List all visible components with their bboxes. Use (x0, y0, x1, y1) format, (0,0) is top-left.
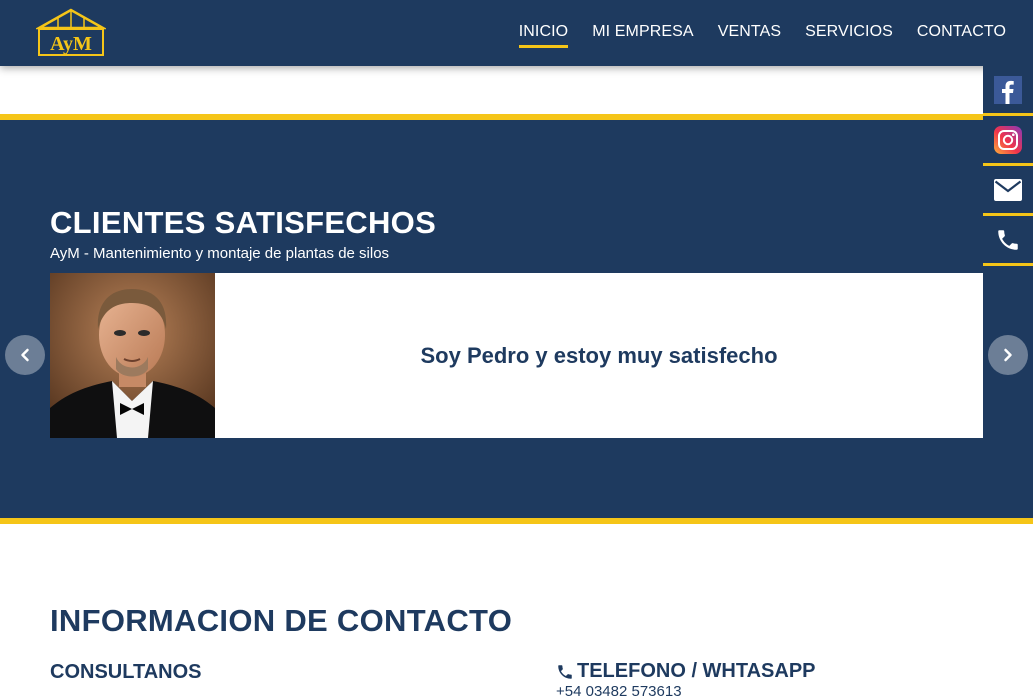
client-photo (50, 273, 215, 438)
instagram-icon (994, 125, 1022, 154)
phone-label-text: TELEFONO / WHTASAPP (577, 660, 816, 682)
nav-item-servicios[interactable]: SERVICIOS (805, 23, 893, 43)
logo-text: AyM (50, 33, 92, 55)
contact-heading: INFORMACION DE CONTACTO (50, 603, 513, 638)
testimonial-card: Soy Pedro y estoy muy satisfecho (50, 273, 983, 438)
testimonial-quote: Soy Pedro y estoy muy satisfecho (420, 342, 778, 368)
testimonials-section: CLIENTES SATISFECHOS AyM - Mantenimiento… (0, 114, 1033, 524)
email-icon (994, 178, 1022, 201)
chevron-right-icon (1004, 348, 1012, 362)
main-nav: INICIO MI EMPRESA VENTAS SERVICIOS CONTA… (495, 0, 1006, 66)
email-button[interactable] (983, 166, 1033, 216)
nav-item-mi-empresa[interactable]: MI EMPRESA (592, 23, 693, 43)
phone-label: TELEFONO / WHTASAPP (556, 660, 816, 683)
consult-label: CONSULTANOS (50, 661, 202, 683)
nav-item-ventas[interactable]: VENTAS (718, 23, 781, 43)
facebook-icon (994, 75, 1022, 104)
testimonials-title: CLIENTES SATISFECHOS (50, 205, 437, 240)
testimonials-subtitle: AyM - Mantenimiento y montaje de plantas… (50, 245, 390, 262)
social-sidebar (983, 66, 1033, 266)
chevron-left-icon (21, 348, 29, 362)
brand-logo[interactable]: AyM (34, 8, 108, 58)
nav-item-contacto[interactable]: CONTACTO (917, 23, 1006, 43)
facebook-button[interactable] (983, 66, 1033, 116)
phone-icon (558, 664, 572, 679)
nav-item-inicio[interactable]: INICIO (518, 23, 569, 48)
phone-button[interactable] (983, 216, 1033, 266)
carousel-next-button[interactable] (988, 335, 1028, 375)
phone-number[interactable]: +54 03482 573613 (556, 683, 682, 700)
instagram-button[interactable] (983, 116, 1033, 166)
phone-icon (998, 229, 1018, 250)
carousel-prev-button[interactable] (5, 335, 45, 375)
navbar: AyM INICIO MI EMPRESA VENTAS SERVICIOS C… (0, 0, 1033, 66)
